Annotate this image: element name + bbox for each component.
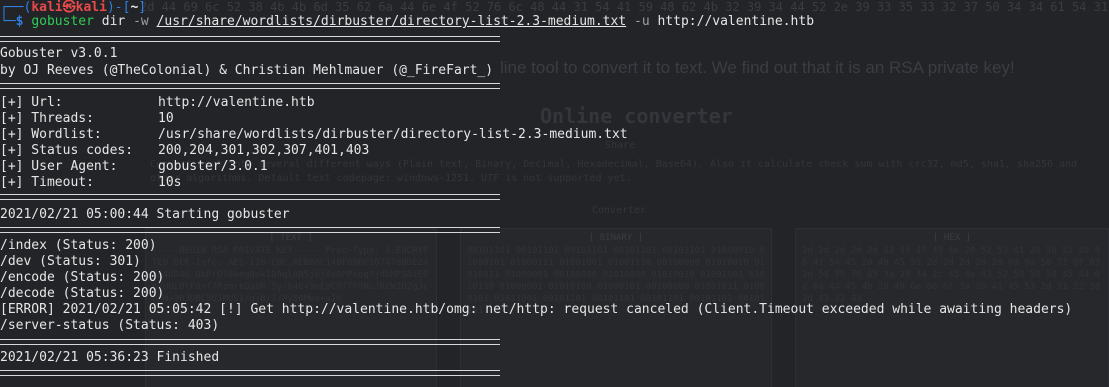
prompt-at-symbol: ㉿ bbox=[62, 0, 76, 15]
background-description: Convert text into several different ways… bbox=[150, 159, 1078, 184]
panel-text: -----BEGIN RSA PRIVATE KEY----- Proc-Typ… bbox=[152, 246, 429, 304]
prompt-host: kali bbox=[75, 0, 107, 15]
separator bbox=[0, 36, 500, 42]
command-flag: -w bbox=[133, 14, 149, 29]
config-row: [+] User Agent: gobuster/3.0.1 bbox=[0, 159, 268, 175]
separator bbox=[0, 227, 500, 233]
error-line: [ERROR] 2021/02/21 05:05:42 [!] Get http… bbox=[0, 302, 1073, 317]
prompt-bracket: )-[ bbox=[106, 0, 131, 15]
config-value: 10 bbox=[158, 111, 174, 126]
finish-line: 2021/02/21 05:36:23 Finished bbox=[0, 350, 220, 365]
separator bbox=[0, 370, 500, 376]
command-wordlist-path: /usr/share/wordlists/dirbuster/directory… bbox=[156, 14, 627, 29]
background-heading: Online converter bbox=[540, 104, 733, 128]
prompt-bracket: ┌──( bbox=[0, 0, 32, 15]
panel-header: [ HEX ] bbox=[933, 233, 971, 243]
result-line: /dev (Status: 301) bbox=[0, 254, 141, 269]
banner-line: Gobuster v3.0.1 bbox=[0, 46, 118, 61]
config-row: [+] Timeout: 10s bbox=[0, 175, 181, 191]
background-converter-label: Converter bbox=[592, 205, 647, 216]
background-sentence: line tool to convert it to text. We find… bbox=[500, 58, 1015, 77]
background-hex-strip: 2d 44 69 6c 52 38 4b 4b 6d 35 62 6a 44 6… bbox=[140, 0, 1109, 14]
panel-header: [ TEXT ] bbox=[269, 233, 313, 243]
prompt-bracket: ] bbox=[138, 0, 147, 15]
config-key: [+] User Agent: bbox=[0, 159, 118, 174]
command-name: gobuster bbox=[31, 14, 94, 29]
panel-header: [ BINARY ] bbox=[588, 233, 644, 243]
config-value: gobuster/3.0.1 bbox=[158, 159, 268, 174]
command-line: └─$ gobuster dir -w /usr/share/wordlists… bbox=[0, 14, 814, 30]
command-subcommand: dir bbox=[101, 14, 126, 29]
panel-text: 2d 2d 2d 2d 2d 42 45 47 49 4e 20 52 53 4… bbox=[802, 246, 1101, 304]
separator bbox=[0, 83, 500, 89]
result-line: /index (Status: 200) bbox=[0, 238, 157, 253]
separator bbox=[0, 339, 500, 345]
command-url: http://valentine.htb bbox=[657, 14, 815, 29]
banner-line: by OJ Reeves (@TheColonial) & Christian … bbox=[0, 63, 494, 78]
prompt-corner: └─ bbox=[0, 14, 16, 29]
config-value: /usr/share/wordlists/dirbuster/directory… bbox=[158, 127, 628, 142]
config-row: [+] Status codes: 200,204,301,302,307,401… bbox=[0, 143, 369, 159]
command-flag: -u bbox=[634, 14, 650, 29]
config-row: [+] Wordlist: /usr/share/wordlists/dirbus… bbox=[0, 127, 628, 143]
config-value: 10s bbox=[158, 175, 182, 190]
config-value: http://valentine.htb bbox=[158, 95, 315, 110]
config-row: [+] Url: http://valentine.htb bbox=[0, 95, 315, 111]
config-value: 200,204,301,302,307,401,403 bbox=[158, 143, 370, 158]
prompt-user: kali bbox=[31, 0, 63, 15]
result-line: /decode (Status: 200) bbox=[0, 286, 165, 301]
config-key: [+] Status codes: bbox=[0, 143, 134, 158]
config-key: [+] Timeout: bbox=[0, 175, 94, 190]
prompt-dollar: $ bbox=[15, 14, 24, 29]
result-line: /encode (Status: 200) bbox=[0, 270, 165, 285]
config-key: [+] Url: bbox=[0, 95, 63, 110]
separator bbox=[0, 194, 500, 200]
start-line: 2021/02/21 05:00:44 Starting gobuster bbox=[0, 207, 290, 222]
config-key: [+] Threads: bbox=[0, 111, 94, 126]
config-key: [+] Wordlist: bbox=[0, 127, 102, 142]
config-row: [+] Threads: 10 bbox=[0, 111, 174, 127]
result-line: /server-status (Status: 403) bbox=[0, 318, 220, 333]
